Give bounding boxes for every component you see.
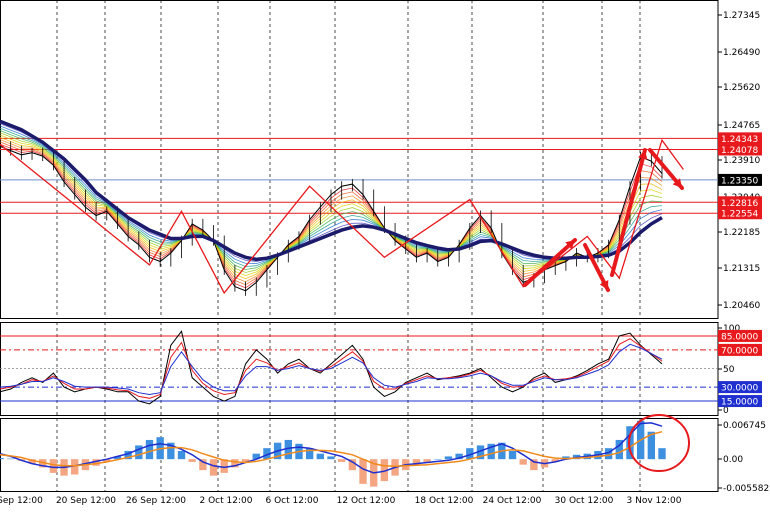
plot-layer — [0, 119, 666, 487]
macd-bar — [327, 456, 335, 460]
macd-bar — [316, 453, 325, 460]
x-tick-label: 3 Nov 12:00 — [627, 496, 682, 506]
osc-tag-label: 85.0000 — [721, 332, 758, 342]
osc-tag-label: 15.0000 — [721, 398, 758, 408]
macd-bar — [209, 459, 218, 476]
osc-line — [0, 330, 663, 405]
osc-tag-label: 30.0000 — [721, 384, 758, 394]
macd-bar — [6, 458, 15, 460]
arrow-up-1 — [523, 238, 577, 287]
chart-svg: 1.273451.264901.256201.247651.239101.230… — [0, 0, 770, 506]
y-tick-label: 1.26490 — [723, 48, 760, 58]
chart-root: 1.273451.264901.256201.247651.239101.230… — [0, 0, 770, 510]
price-tag-label: 1.23350 — [721, 176, 758, 186]
y-tick-label: 0.00 — [723, 455, 743, 465]
panel-frame — [0, 0, 719, 319]
macd-bar — [434, 459, 442, 460]
x-tick-label: 26 Sep 12:00 — [126, 496, 186, 506]
macd-bar — [188, 459, 196, 462]
price-tag-label: 1.22554 — [721, 210, 758, 220]
y-tick-label: 1.21315 — [723, 264, 760, 274]
osc-tag-label: 70.0000 — [721, 346, 758, 356]
x-tick-label: 12 Oct 12:00 — [337, 496, 396, 506]
macd-bar — [49, 459, 58, 473]
price-tag-label: 1.24078 — [721, 146, 758, 156]
price-line — [0, 145, 663, 292]
zigzag-line — [0, 138, 684, 295]
y-tick-label: 1.25620 — [723, 83, 760, 93]
macd-bar — [0, 458, 4, 460]
x-tick-label: 30 Oct 12:00 — [555, 496, 614, 506]
y-tick-label: 50 — [723, 365, 735, 375]
y-tick-label: 1.23910 — [723, 156, 760, 166]
macd-bar — [519, 459, 527, 465]
y-tick-label: 1.20460 — [723, 301, 760, 311]
macd-bar — [444, 456, 453, 460]
price-tag-label: 1.24343 — [721, 135, 758, 145]
macd-bar — [135, 445, 143, 460]
y-tick-label: 1.22185 — [723, 228, 760, 238]
x-tick-label: 2 Oct 12:00 — [200, 496, 253, 506]
macd-bar — [177, 450, 186, 460]
x-tick-label: 6 Oct 12:00 — [266, 496, 319, 506]
macd-bar — [337, 459, 346, 462]
x-tick-label: Sep 12:00 — [0, 496, 43, 506]
x-tick-label: 20 Sep 12:00 — [56, 496, 116, 506]
y-tick-label: 1.27345 — [723, 11, 760, 21]
macd-bar — [359, 459, 367, 484]
y-tick-label: 0.006745 — [723, 421, 766, 431]
x-tick-label: 18 Oct 12:00 — [415, 496, 474, 506]
y-tick-label: 1.24765 — [723, 121, 760, 131]
macd-bar — [145, 439, 154, 460]
x-tick-label: 24 Oct 12:00 — [483, 496, 542, 506]
y-tick-label: -0.0055827 — [723, 484, 770, 494]
macd-bar — [508, 450, 517, 460]
macd-bar — [658, 448, 666, 460]
